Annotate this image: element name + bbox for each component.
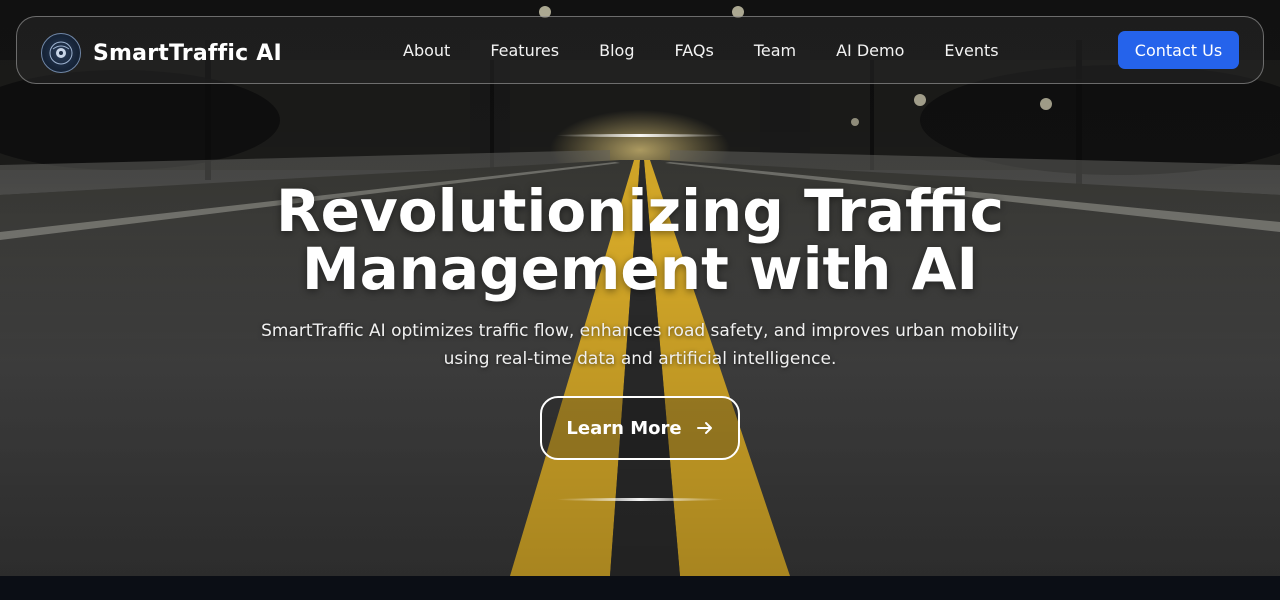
nav-link-faqs[interactable]: FAQs: [674, 41, 713, 61]
learn-more-label: Learn More: [566, 417, 682, 439]
decorative-glow-line-top: [556, 134, 724, 137]
hero-headline-line2: Management with AI: [301, 235, 979, 303]
next-section-edge: [0, 576, 1280, 600]
nav-link-blog[interactable]: Blog: [599, 41, 634, 61]
hero-subheading: SmartTraffic AI optimizes traffic flow, …: [240, 317, 1040, 373]
nav-link-features[interactable]: Features: [490, 41, 559, 61]
nav-link-team[interactable]: Team: [754, 41, 796, 61]
nav-link-about[interactable]: About: [403, 41, 450, 61]
learn-more-button[interactable]: Learn More: [540, 396, 740, 460]
nav-link-events[interactable]: Events: [944, 41, 998, 61]
arrow-right-icon: [696, 419, 714, 437]
hero-section: Revolutionizing Traffic Management with …: [0, 0, 1280, 576]
decorative-glow-line-bottom: [556, 498, 724, 501]
brand-name: SmartTraffic AI: [93, 40, 282, 66]
top-navbar: SmartTraffic AI About Features Blog FAQs…: [16, 16, 1264, 84]
brand[interactable]: SmartTraffic AI: [41, 33, 282, 73]
hero-subheading-line2: using real-time data and artificial inte…: [443, 349, 837, 369]
nav-links: About Features Blog FAQs Team AI Demo Ev…: [403, 41, 999, 61]
hero-headline: Revolutionizing Traffic Management with …: [200, 182, 1080, 298]
contact-us-button[interactable]: Contact Us: [1118, 31, 1239, 69]
nav-link-ai-demo[interactable]: AI Demo: [836, 41, 904, 61]
hero-subheading-line1: SmartTraffic AI optimizes traffic flow, …: [261, 321, 1019, 341]
traffic-light-badge-icon: [41, 33, 81, 73]
